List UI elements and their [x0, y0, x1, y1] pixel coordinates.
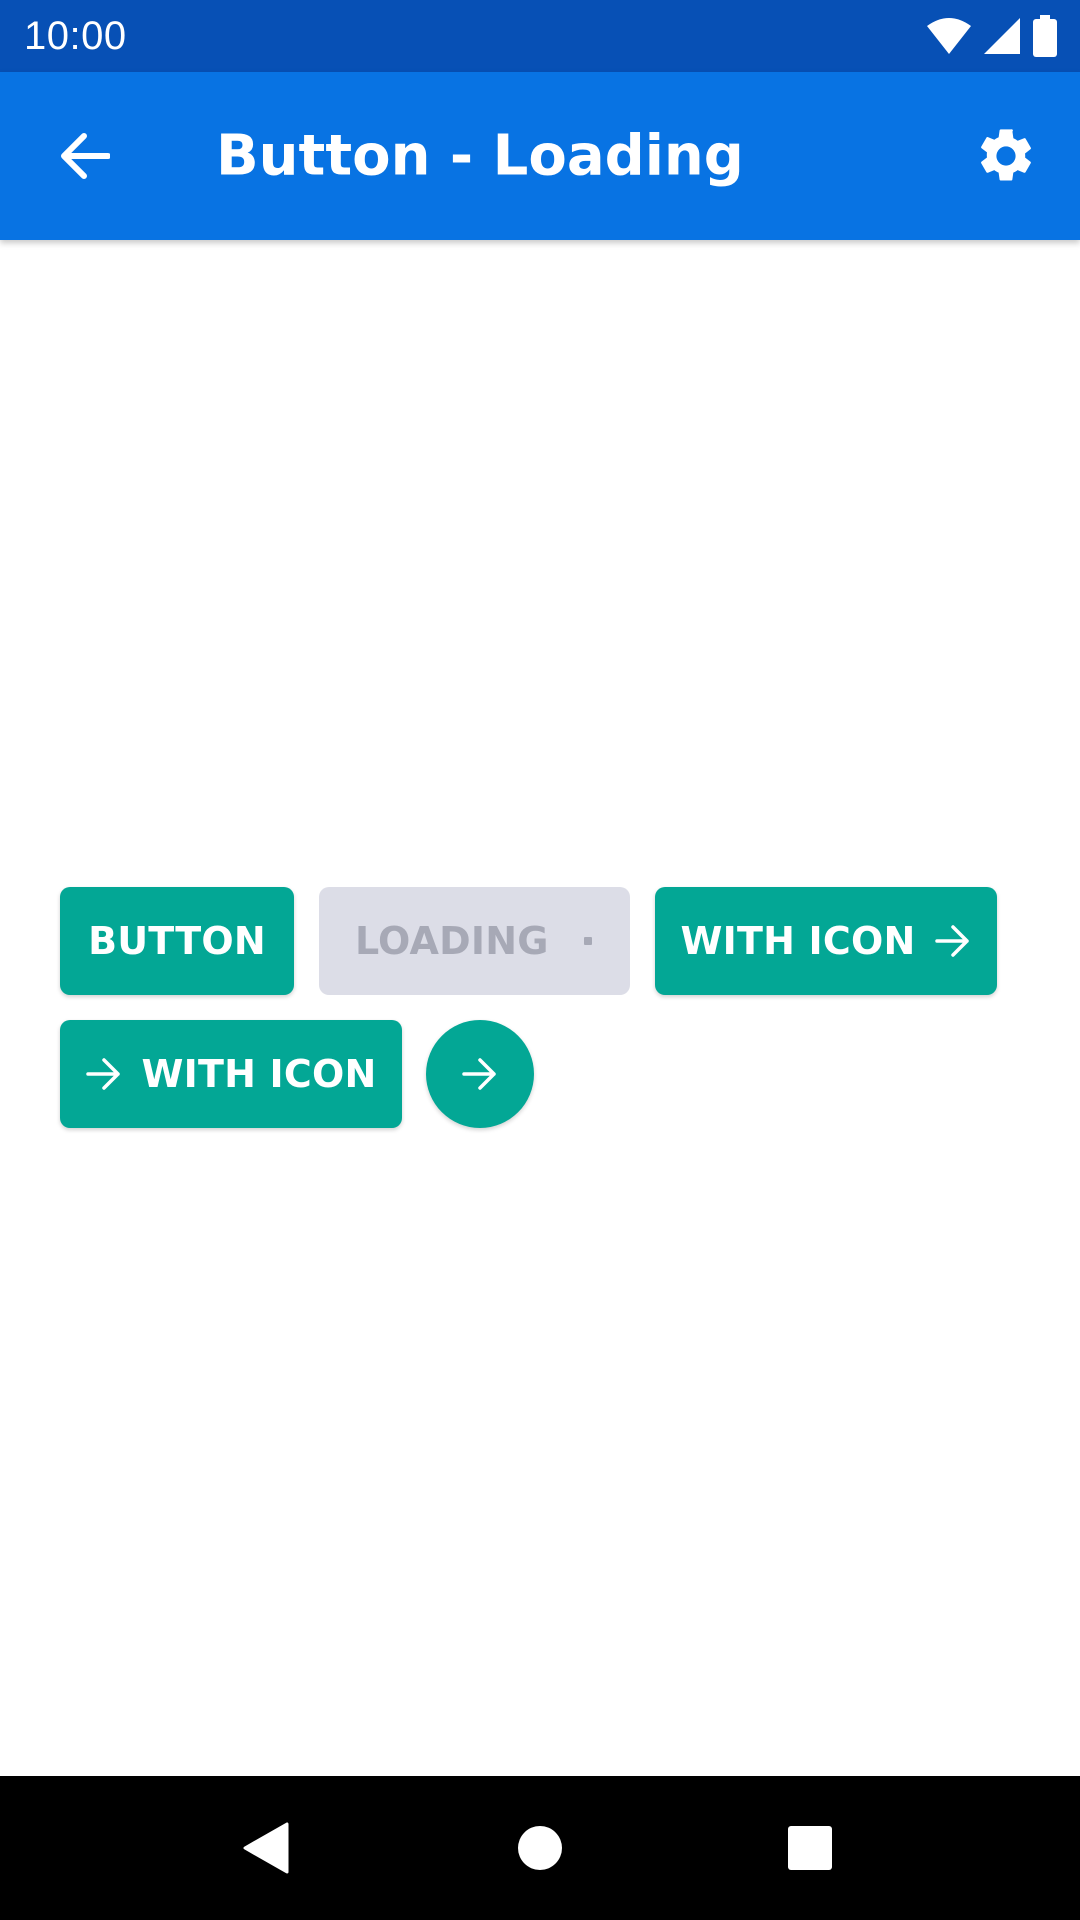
arrow-right-icon [935, 925, 970, 957]
signal-icon [984, 18, 1020, 54]
loading-button-label: LOADING [355, 919, 549, 963]
with-icon-left-button[interactable]: WITH ICON [60, 1020, 402, 1128]
recents-square-icon [788, 1826, 832, 1870]
nav-back-button[interactable] [226, 1808, 306, 1888]
arrow-back-icon [61, 133, 110, 179]
round-icon-button[interactable] [426, 1020, 534, 1128]
home-circle-icon [518, 1826, 562, 1870]
nav-recents-button[interactable] [770, 1808, 850, 1888]
with-icon-left-label: WITH ICON [141, 1052, 377, 1096]
arrow-right-icon [462, 1058, 496, 1090]
loading-spinner-icon [584, 937, 592, 945]
nav-home-button[interactable] [500, 1808, 580, 1888]
primary-button-label: BUTTON [88, 919, 266, 963]
page-title: Button - Loading [216, 123, 744, 189]
with-icon-right-button[interactable]: WITH ICON [655, 887, 997, 995]
with-icon-right-label: WITH ICON [680, 919, 916, 963]
back-triangle-icon [243, 1822, 289, 1874]
settings-button[interactable] [968, 118, 1044, 194]
primary-button[interactable]: BUTTON [60, 887, 294, 995]
status-icons [926, 15, 1058, 57]
app-bar: Button - Loading [0, 72, 1080, 240]
wifi-icon [927, 18, 971, 54]
arrow-right-icon [85, 1058, 120, 1090]
gear-icon [981, 129, 1031, 181]
loading-button: LOADING [319, 887, 630, 995]
status-bar: 10:00 [0, 0, 1080, 72]
content-area: BUTTON LOADING WITH ICON WITH ICON [0, 240, 1080, 1776]
status-time: 10:00 [24, 13, 127, 58]
battery-icon [1033, 15, 1057, 57]
navigation-bar [0, 1776, 1080, 1920]
back-button[interactable] [50, 122, 118, 190]
